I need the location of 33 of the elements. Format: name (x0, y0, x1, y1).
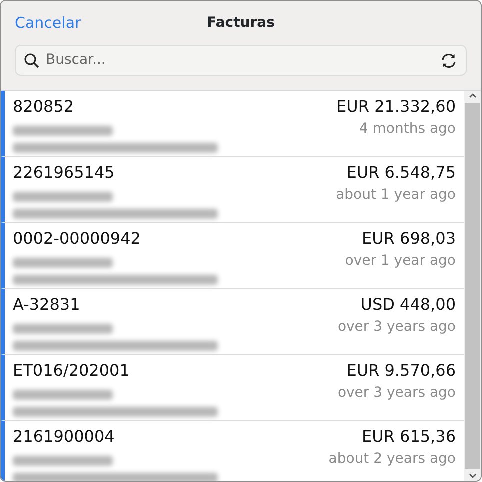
invoice-age: over 3 years ago (338, 384, 456, 403)
invoice-number: 820852 (13, 96, 76, 118)
search-bar[interactable]: Buscar... (15, 45, 467, 76)
search-field[interactable]: Buscar... (46, 50, 434, 71)
scrollbar[interactable] (464, 91, 481, 481)
invoice-number: 0002-00000942 (13, 228, 142, 250)
invoice-row[interactable]: 2161900004 EUR 615,36 about 2 years ago (1, 421, 464, 481)
invoice-age: about 2 years ago (328, 450, 456, 469)
cancel-button[interactable]: Cancelar (15, 12, 82, 34)
invoice-age: over 3 years ago (338, 318, 456, 337)
invoice-number: A-32831 (13, 294, 82, 316)
refresh-icon[interactable] (440, 52, 458, 70)
invoice-amount: EUR 9.570,66 (346, 360, 456, 382)
search-icon (24, 52, 40, 68)
invoice-row[interactable]: 820852 EUR 21.332,60 4 months ago (1, 91, 464, 157)
invoice-number: 2161900004 (13, 426, 116, 448)
invoice-age: about 1 year ago (336, 186, 456, 205)
invoice-amount: EUR 21.332,60 (336, 96, 456, 118)
invoice-amount: EUR 615,36 (360, 426, 456, 448)
invoice-amount: EUR 698,03 (360, 228, 456, 250)
scrollbar-thumb[interactable] (465, 103, 480, 469)
scroll-down-icon[interactable] (468, 471, 478, 481)
invoice-age: 4 months ago (358, 120, 456, 139)
invoice-row[interactable]: 2261965145 EUR 6.548,75 about 1 year ago (1, 157, 464, 223)
invoice-row[interactable]: A-32831 USD 448,00 over 3 years ago (1, 289, 464, 355)
invoice-row[interactable]: 0002-00000942 EUR 698,03 over 1 year ago (1, 223, 464, 289)
invoice-age: over 1 year ago (345, 252, 456, 271)
invoice-amount: USD 448,00 (360, 294, 456, 316)
invoice-number: 2261965145 (13, 162, 116, 184)
invoice-number: ET016/202001 (13, 360, 131, 382)
invoice-row[interactable]: ET016/202001 EUR 9.570,66 over 3 years ago (1, 355, 464, 421)
invoice-amount: EUR 6.548,75 (346, 162, 456, 184)
window-title: Facturas (207, 14, 275, 30)
